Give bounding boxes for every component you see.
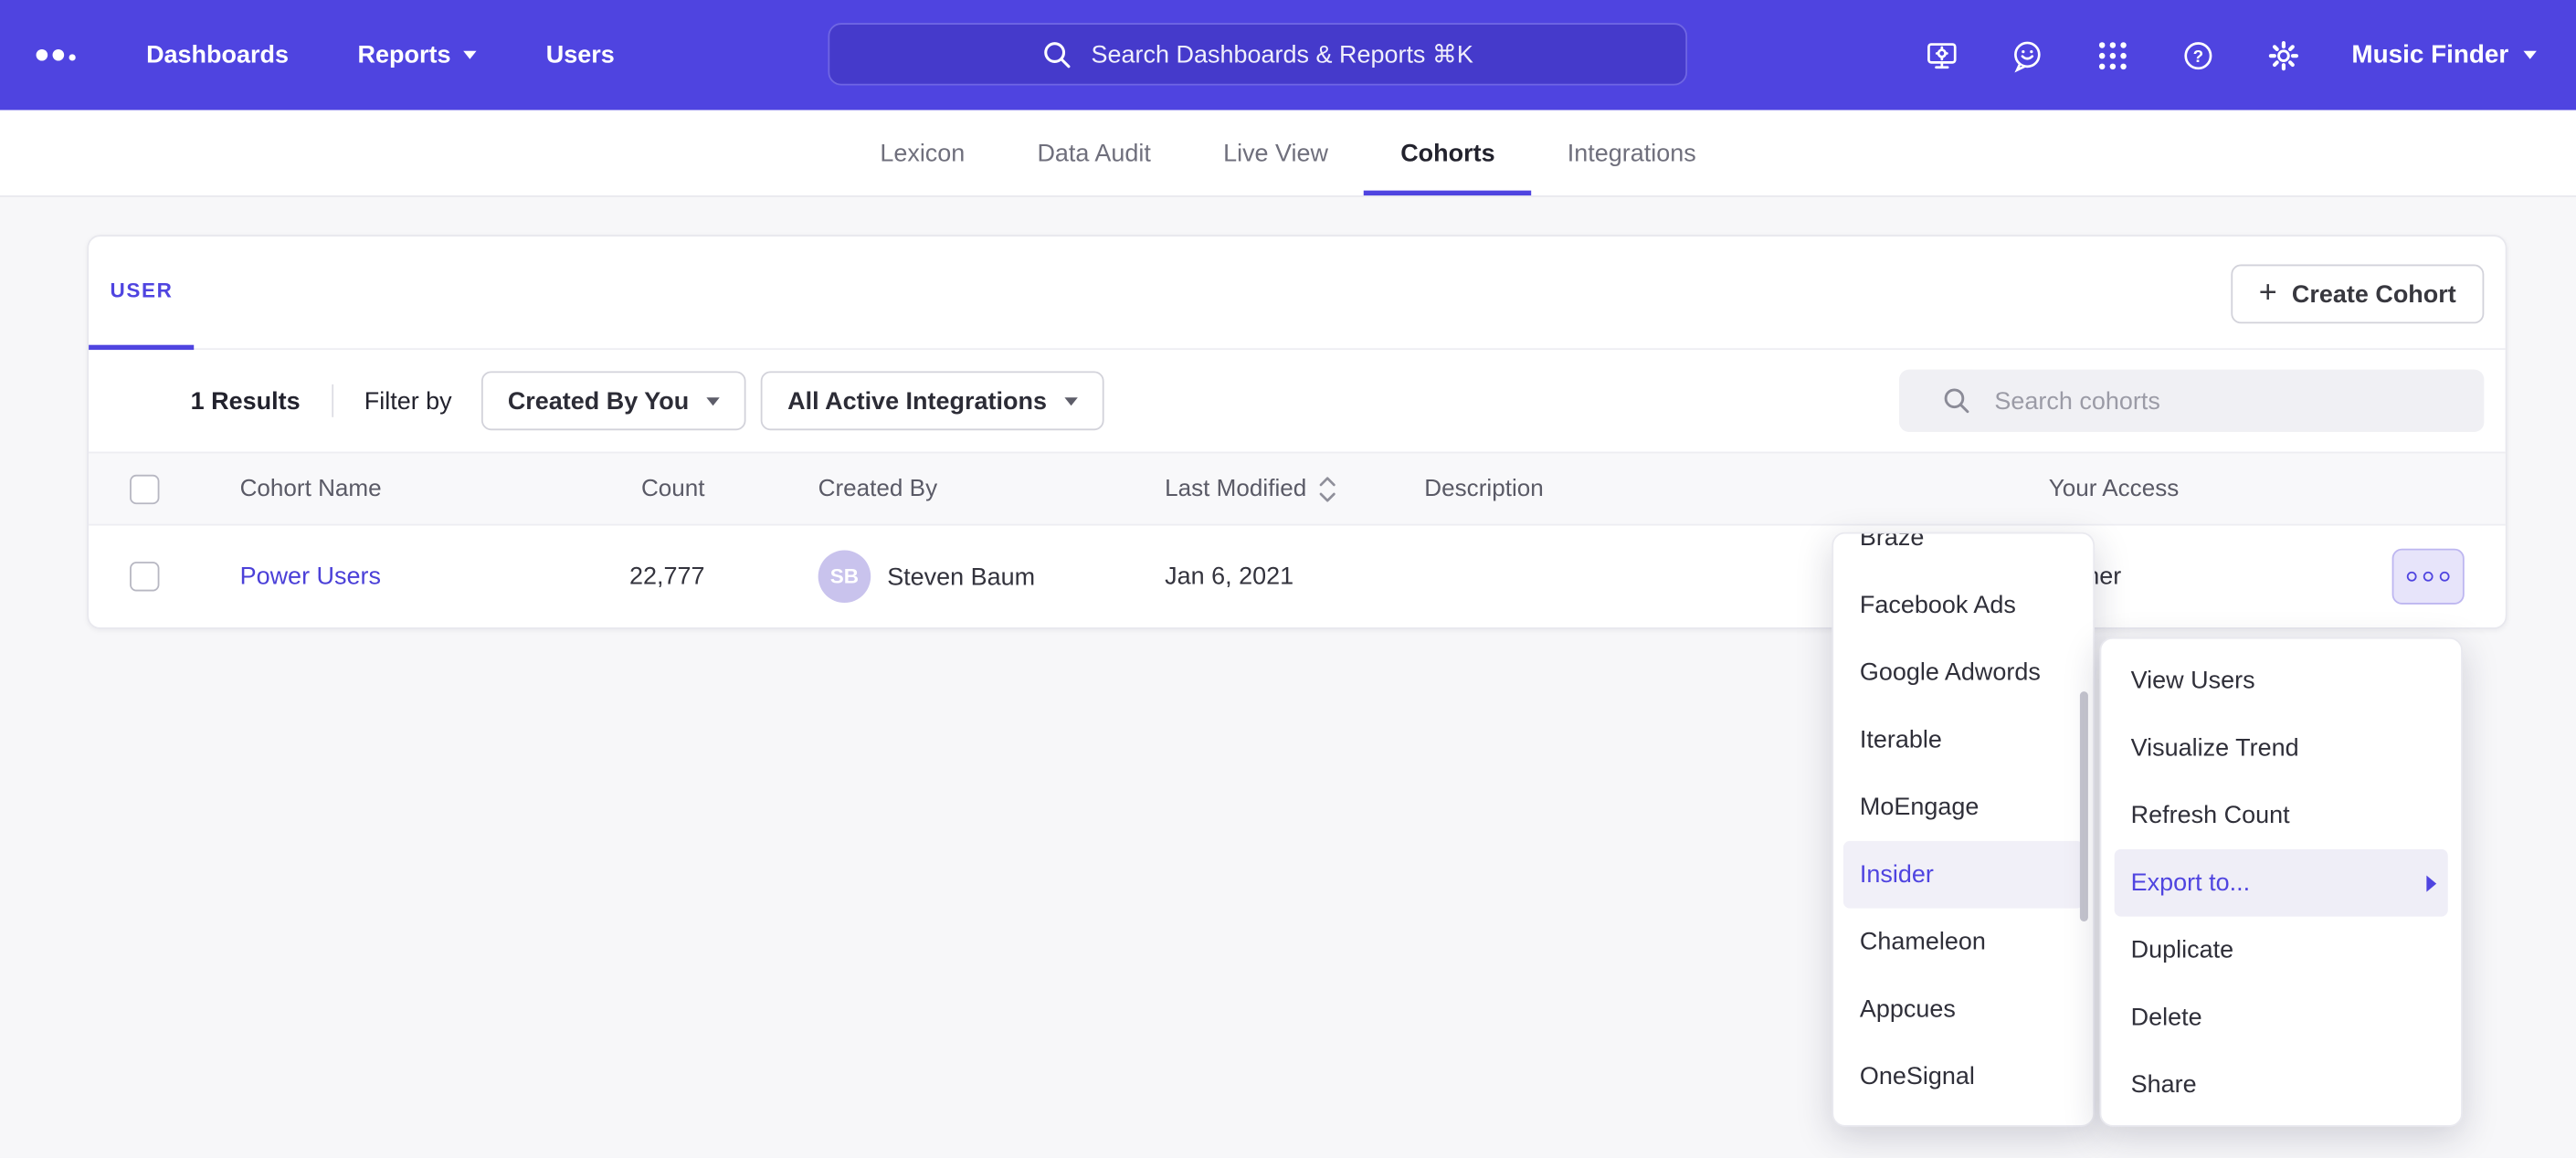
submenu-item-chameleon[interactable]: Chameleon [1843,909,2084,976]
menu-item-export-to-label: Export to... [2131,868,2250,897]
nav-users[interactable]: Users [546,41,615,69]
navbar-right: ? Music Finder [1925,0,2576,110]
header-created-by: Created By [818,476,937,502]
dot-icon [2407,572,2417,582]
submenu-item-appcues[interactable]: Appcues [1843,975,2084,1043]
dot-icon [2440,572,2450,582]
global-search[interactable]: Search Dashboards & Reports ⌘K [828,23,1687,85]
submenu-item-facebook-ads[interactable]: Facebook Ads [1843,572,2084,639]
created-by-cell: SB Steven Baum [818,550,1036,603]
nav-reports[interactable]: Reports [358,41,478,69]
header-last-modified-label: Last Modified [1165,476,1306,502]
settings-gear-icon[interactable] [2266,37,2303,73]
create-cohort-button[interactable]: + Create Cohort [2231,265,2484,324]
integrations-filter-value: All Active Integrations [787,387,1047,416]
user-type-tab[interactable]: USER [89,237,195,350]
row-actions [2392,549,2465,605]
cohort-search [1899,370,2484,432]
header-last-modified[interactable]: Last Modified [1165,476,1336,502]
cohorts-card: USER + Create Cohort 1 Results Filter by… [87,235,2507,629]
data-management-icon[interactable] [1925,37,1961,73]
help-icon[interactable]: ? [2180,37,2217,73]
account-menu[interactable]: Music Finder [2351,40,2537,69]
chevron-down-icon [1065,396,1078,405]
cohort-search-input[interactable] [1899,370,2484,432]
global-search-placeholder: Search Dashboards & Reports ⌘K [1092,39,1473,68]
submenu-item-iterable[interactable]: Iterable [1843,706,2084,774]
dot-icon [2423,572,2433,582]
navbar-menu: Dashboards Reports Users [146,41,615,69]
table-row: Power Users 22,777 SB Steven Baum Jan 6,… [89,526,2506,628]
header-count: Count [500,476,705,502]
nav-dashboards-label: Dashboards [146,41,289,69]
menu-item-duplicate[interactable]: Duplicate [2115,917,2448,984]
created-by-filter-dropdown[interactable]: Created By You [481,371,746,430]
created-by-filter-value: Created By You [508,387,689,416]
menu-item-refresh-count[interactable]: Refresh Count [2115,782,2448,849]
menu-item-view-users[interactable]: View Users [2115,647,2448,715]
submenu-scrollbar[interactable] [2080,691,2088,921]
header-your-access: Your Access [2049,476,2180,502]
submenu-item-insider[interactable]: Insider [1843,841,2084,909]
account-name: Music Finder [2351,40,2508,69]
cohort-name-link[interactable]: Power Users [240,563,381,591]
filter-by-label: Filter by [364,387,452,416]
tab-live-view[interactable]: Live View [1188,110,1365,195]
integrations-filter-dropdown[interactable]: All Active Integrations [761,371,1104,430]
section-tabbar: Lexicon Data Audit Live View Cohorts Int… [0,110,2576,196]
submenu-item-moengage[interactable]: MoEngage [1843,774,2084,841]
results-count: 1 Results [191,387,301,416]
menu-item-share[interactable]: Share [2115,1051,2448,1119]
tab-data-audit[interactable]: Data Audit [1001,110,1188,195]
nav-reports-label: Reports [358,41,451,69]
export-to-list: Braze Facebook Ads Google Adwords Iterab… [1833,532,2093,1111]
plus-icon: + [2259,277,2277,308]
nav-dashboards[interactable]: Dashboards [146,41,289,69]
search-icon [1042,38,1073,69]
top-navbar: Dashboards Reports Users Search Dashboar… [0,0,2576,110]
row-checkbox[interactable] [130,562,159,591]
submenu-item-onesignal[interactable]: OneSignal [1843,1043,2084,1111]
chevron-down-icon [707,396,720,405]
tab-lexicon[interactable]: Lexicon [844,110,1001,195]
export-to-submenu: Braze Facebook Ads Google Adwords Iterab… [1832,532,2095,1127]
sort-icon [1320,476,1336,502]
created-by-name: Steven Baum [887,563,1035,591]
row-actions-menu: View Users Visualize Trend Refresh Count… [2099,637,2462,1127]
table-header-row: Cohort Name Count Created By Last Modifi… [89,452,2506,526]
create-cohort-label: Create Cohort [2292,280,2456,309]
filters-toolbar: 1 Results Filter by Created By You All A… [89,350,2506,452]
submenu-item-google-adwords[interactable]: Google Adwords [1843,639,2084,707]
apps-grid-icon[interactable] [2096,37,2132,73]
tab-cohorts[interactable]: Cohorts [1365,110,1532,195]
chevron-down-icon [2523,51,2536,59]
header-description: Description [1424,476,1543,502]
more-actions-button[interactable] [2392,549,2465,605]
app-window: Dashboards Reports Users Search Dashboar… [0,0,2576,1158]
tab-integrations[interactable]: Integrations [1531,110,1732,195]
header-cohort-name: Cohort Name [240,476,382,502]
select-all-checkbox[interactable] [130,474,159,503]
menu-item-export-to[interactable]: Export to... [2115,849,2448,917]
cohort-count: 22,777 [500,563,705,591]
menu-item-delete[interactable]: Delete [2115,984,2448,1051]
svg-text:?: ? [2193,47,2204,66]
avatar: SB [818,550,871,603]
menu-item-visualize-trend[interactable]: Visualize Trend [2115,714,2448,782]
card-header: USER + Create Cohort [89,237,2506,350]
last-modified-cell: Jan 6, 2021 [1165,563,1293,591]
toolbar-divider [332,384,333,417]
chevron-down-icon [464,51,477,59]
feedback-icon[interactable] [2010,37,2046,73]
submenu-item-braze[interactable]: Braze [1843,532,2084,572]
mixpanel-logo-icon[interactable] [37,49,76,61]
navbar-left: Dashboards Reports Users [0,41,615,69]
submenu-arrow-icon [2426,875,2436,891]
nav-users-label: Users [546,41,615,69]
